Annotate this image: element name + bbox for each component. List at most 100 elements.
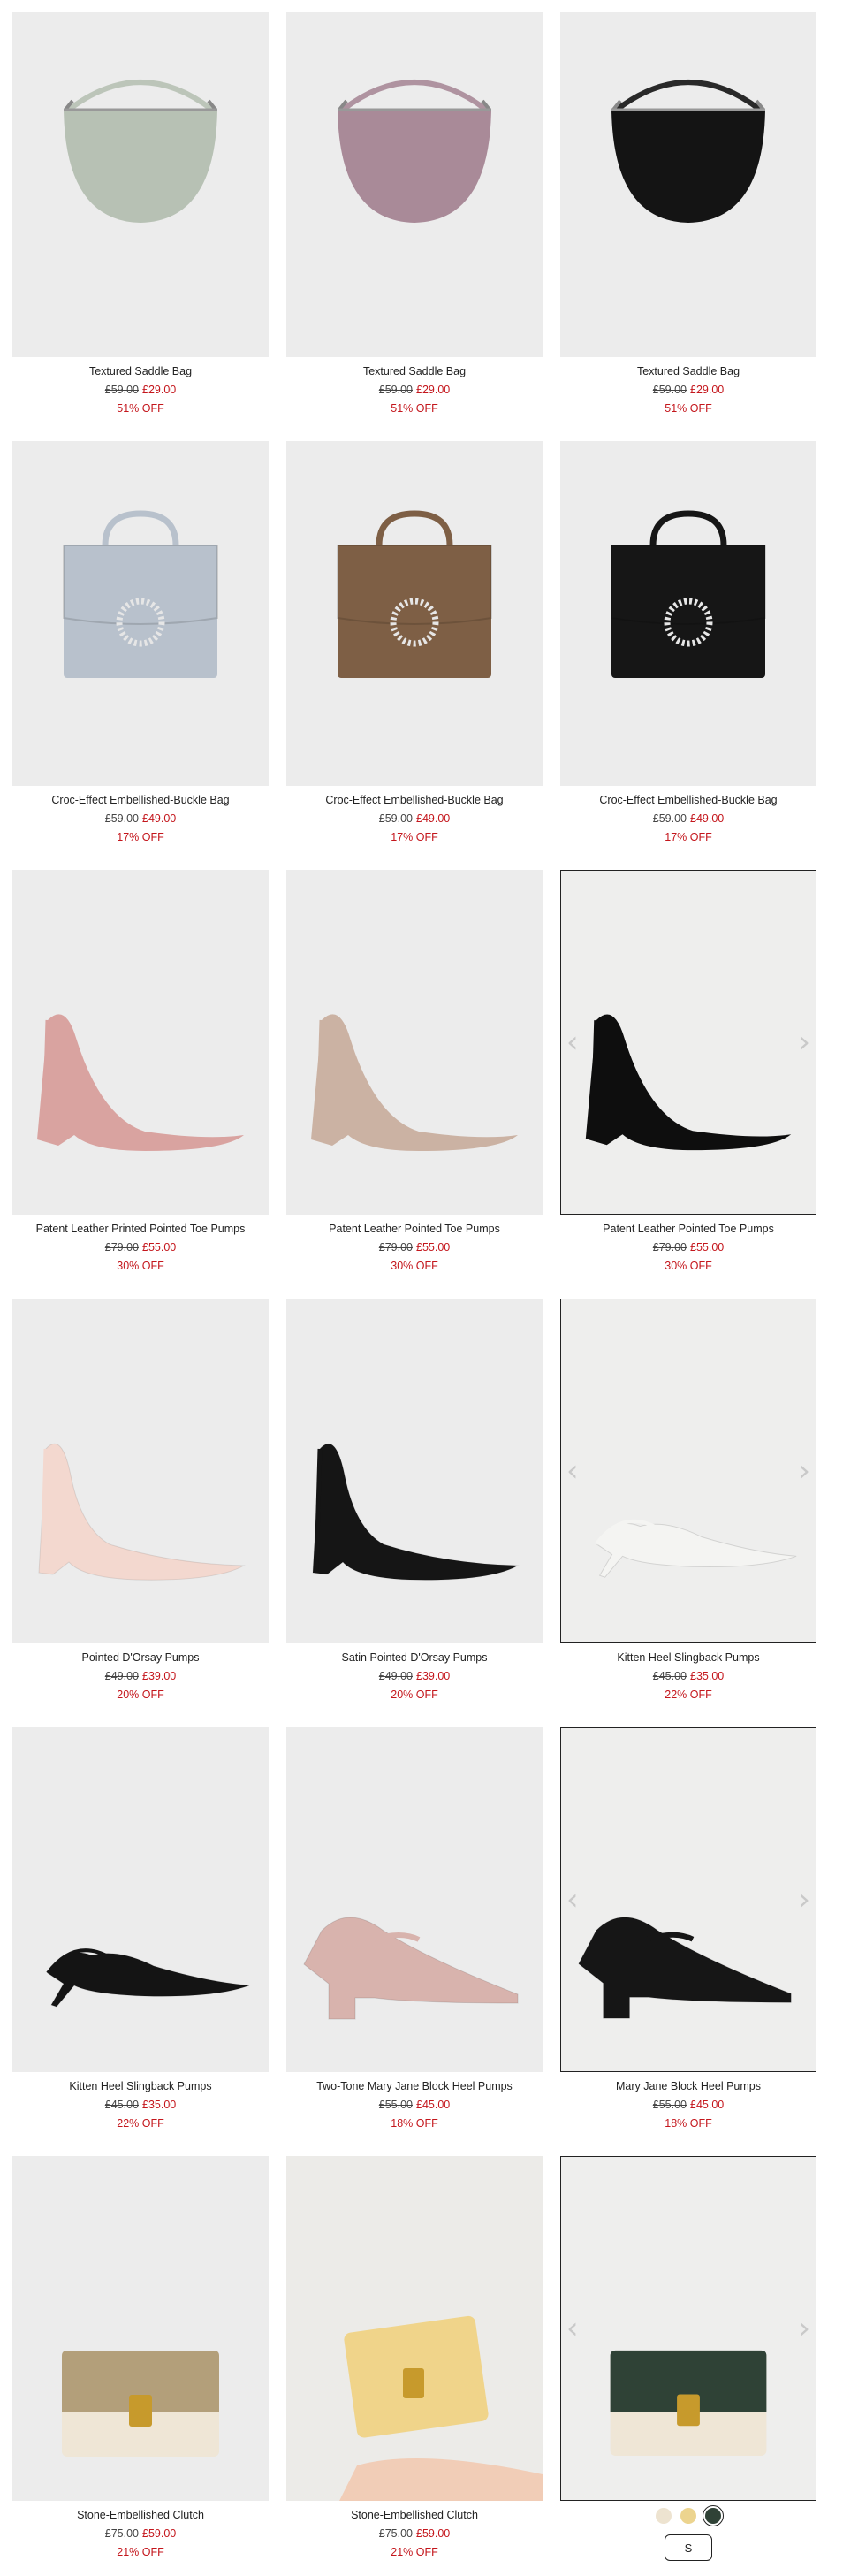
product-info: Patent Leather Printed Pointed Toe Pumps…	[12, 1220, 269, 1276]
product-card[interactable]: ‹ › Mary Jane Block Heel Pumps £55.00 £45.00…	[560, 1727, 816, 2134]
product-grid: Textured Saddle Bag £59.00 £29.00 51% OFF T…	[0, 0, 843, 2576]
discount-badge: 17% OFF	[391, 831, 438, 843]
product-image[interactable]	[12, 2156, 269, 2501]
product-card[interactable]: Patent Leather Printed Pointed Toe Pumps…	[12, 870, 269, 1277]
product-info: Textured Saddle Bag £59.00 £29.00 51% OFF	[560, 362, 816, 418]
product-image[interactable]	[286, 12, 543, 357]
product-card[interactable]: Textured Saddle Bag £59.00 £29.00 51% OFF	[560, 12, 816, 419]
product-info: Croc-Effect Embellished-Buckle Bag £59.00…	[286, 791, 543, 847]
price-row: £75.00 £59.00	[12, 2525, 269, 2543]
product-name[interactable]: Mary Jane Block Heel Pumps	[560, 2077, 816, 2096]
product-image[interactable]	[286, 1299, 543, 1643]
sale-price: £45.00	[690, 2099, 725, 2111]
product-card[interactable]: Kitten Heel Slingback Pumps £45.00 £35.00 2…	[12, 1727, 269, 2134]
product-card[interactable]: Two-Tone Mary Jane Block Heel Pumps £55.0…	[286, 1727, 543, 2134]
original-price: £49.00	[378, 1670, 413, 1682]
sale-price: £55.00	[690, 1241, 725, 1254]
carousel-next-icon[interactable]: ›	[798, 1027, 810, 1057]
color-swatch[interactable]	[680, 2508, 696, 2524]
product-name[interactable]: Textured Saddle Bag	[286, 362, 543, 381]
product-name[interactable]: Patent Leather Pointed Toe Pumps	[560, 1220, 816, 1238]
discount-badge: 22% OFF	[117, 2117, 164, 2130]
sale-price: £49.00	[142, 812, 177, 825]
price-row: £55.00 £45.00	[286, 2096, 543, 2115]
color-swatch[interactable]	[702, 2505, 724, 2526]
size-button[interactable]: S	[665, 2534, 712, 2561]
product-card[interactable]: Patent Leather Pointed Toe Pumps £79.00 £5…	[286, 870, 543, 1277]
product-name[interactable]: Two-Tone Mary Jane Block Heel Pumps	[286, 2077, 543, 2096]
product-name[interactable]: Croc-Effect Embellished-Buckle Bag	[12, 791, 269, 810]
product-card[interactable]: Stone-Embellished Clutch £75.00 £59.00 21% …	[12, 2156, 269, 2563]
sale-price: £49.00	[690, 812, 725, 825]
discount-badge: 22% OFF	[665, 1688, 712, 1701]
product-info: Stone-Embellished Clutch £75.00 £59.00 21% …	[286, 2506, 543, 2562]
product-image[interactable]	[286, 441, 543, 786]
carousel-next-icon[interactable]: ›	[798, 1885, 810, 1915]
product-info: Textured Saddle Bag £59.00 £29.00 51% OFF	[12, 362, 269, 418]
discount-badge: 51% OFF	[117, 402, 164, 415]
product-card[interactable]: Satin Pointed D'Orsay Pumps £49.00 £39.00 2…	[286, 1299, 543, 1705]
product-name[interactable]: Stone-Embellished Clutch	[286, 2506, 543, 2525]
product-image[interactable]: ‹ ›	[560, 870, 816, 1215]
carousel-prev-icon[interactable]: ‹	[566, 1027, 579, 1057]
product-name[interactable]: Croc-Effect Embellished-Buckle Bag	[286, 791, 543, 810]
product-card[interactable]: Pointed D'Orsay Pumps £49.00 £39.00 20% OFF	[12, 1299, 269, 1705]
product-image[interactable]	[12, 441, 269, 786]
product-name[interactable]: Patent Leather Pointed Toe Pumps	[286, 1220, 543, 1238]
original-price: £79.00	[378, 1241, 413, 1254]
product-image[interactable]	[286, 1727, 543, 2072]
sale-price: £59.00	[142, 2527, 177, 2540]
sale-price: £45.00	[416, 2099, 451, 2111]
sale-price: £29.00	[690, 384, 725, 396]
product-image[interactable]	[560, 441, 816, 786]
product-card[interactable]: Croc-Effect Embellished-Buckle Bag £59.00…	[12, 441, 269, 848]
product-card[interactable]: Textured Saddle Bag £59.00 £29.00 51% OFF	[12, 12, 269, 419]
original-price: £75.00	[378, 2527, 413, 2540]
product-image[interactable]	[286, 2156, 543, 2501]
product-name[interactable]: Kitten Heel Slingback Pumps	[12, 2077, 269, 2096]
product-card[interactable]: Croc-Effect Embellished-Buckle Bag £59.00…	[286, 441, 543, 848]
product-image[interactable]	[12, 12, 269, 357]
product-image[interactable]	[12, 870, 269, 1215]
sale-price: £59.00	[416, 2527, 451, 2540]
product-name[interactable]: Pointed D'Orsay Pumps	[12, 1649, 269, 1667]
color-swatch[interactable]	[656, 2508, 672, 2524]
product-name[interactable]: Textured Saddle Bag	[560, 362, 816, 381]
product-image[interactable]: ‹ ›	[560, 1727, 816, 2072]
product-name[interactable]: Kitten Heel Slingback Pumps	[560, 1649, 816, 1667]
sale-price: £49.00	[416, 812, 451, 825]
product-info: Stone-Embellished Clutch £75.00 £59.00 21% …	[12, 2506, 269, 2562]
product-name[interactable]: Satin Pointed D'Orsay Pumps	[286, 1649, 543, 1667]
carousel-next-icon[interactable]: ›	[798, 2313, 810, 2344]
discount-badge: 30% OFF	[391, 1260, 438, 1272]
carousel-next-icon[interactable]: ›	[798, 1456, 810, 1486]
product-card[interactable]: ‹ › S	[560, 2156, 816, 2563]
product-card[interactable]: Stone-Embellished Clutch £75.00 £59.00 21% …	[286, 2156, 543, 2563]
product-name[interactable]: Patent Leather Printed Pointed Toe Pumps	[12, 1220, 269, 1238]
price-row: £59.00 £29.00	[560, 381, 816, 400]
product-name[interactable]: Textured Saddle Bag	[12, 362, 269, 381]
carousel-prev-icon[interactable]: ‹	[566, 1885, 579, 1915]
product-card[interactable]: Croc-Effect Embellished-Buckle Bag £59.00…	[560, 441, 816, 848]
product-card[interactable]: ‹ › Kitten Heel Slingback Pumps £45.00 £35.0…	[560, 1299, 816, 1705]
product-info: Patent Leather Pointed Toe Pumps £79.00 £5…	[560, 1220, 816, 1276]
original-price: £59.00	[104, 384, 139, 396]
product-image[interactable]: ‹ ›	[560, 2156, 816, 2501]
discount-badge: 20% OFF	[391, 1688, 438, 1701]
sale-price: £39.00	[416, 1670, 451, 1682]
original-price: £59.00	[104, 812, 139, 825]
product-card[interactable]: Textured Saddle Bag £59.00 £29.00 51% OFF	[286, 12, 543, 419]
price-row: £49.00 £39.00	[286, 1667, 543, 1686]
sale-price: £29.00	[142, 384, 177, 396]
product-name[interactable]: Croc-Effect Embellished-Buckle Bag	[560, 791, 816, 810]
product-name[interactable]: Stone-Embellished Clutch	[12, 2506, 269, 2525]
carousel-prev-icon[interactable]: ‹	[566, 2313, 579, 2344]
product-image[interactable]	[286, 870, 543, 1215]
product-image[interactable]	[560, 12, 816, 357]
product-image[interactable]: ‹ ›	[560, 1299, 816, 1643]
product-info: S	[560, 2505, 816, 2561]
product-card[interactable]: ‹ › Patent Leather Pointed Toe Pumps £79.00…	[560, 870, 816, 1277]
product-image[interactable]	[12, 1299, 269, 1643]
carousel-prev-icon[interactable]: ‹	[566, 1456, 579, 1486]
product-image[interactable]	[12, 1727, 269, 2072]
